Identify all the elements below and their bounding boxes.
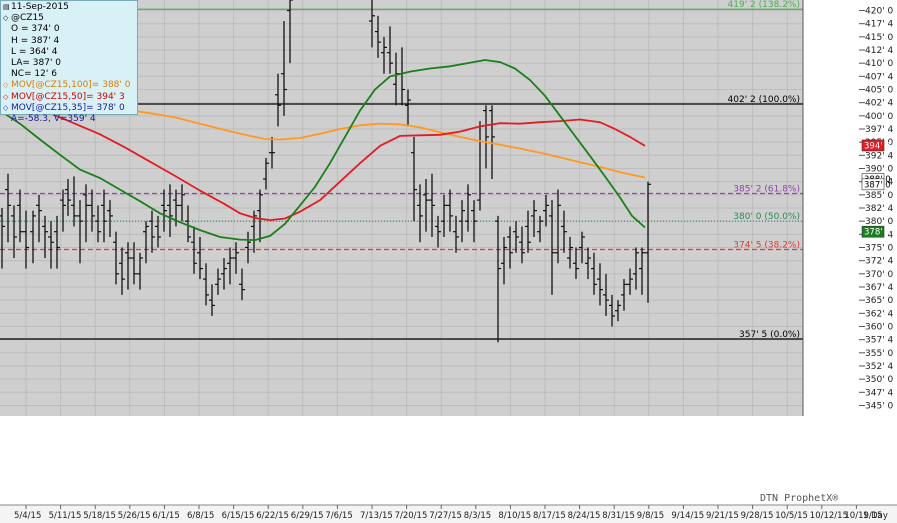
- y-tick-label: 400' 0: [865, 112, 894, 122]
- info-high: H = 387' 4: [11, 35, 60, 46]
- x-tick-label: 6/22/15: [256, 511, 289, 521]
- y-tick-label: 347' 4: [865, 388, 894, 398]
- y-tick-label: 417' 4: [865, 20, 894, 30]
- info-date: ▤11-Sep-2015: [3, 2, 69, 12]
- y-tick-label: 380' 0: [865, 217, 894, 227]
- x-tick-label: 9/8/15: [637, 511, 664, 521]
- y-tick-label: 370' 0: [865, 270, 894, 280]
- level-label: 357' 5 (0.0%): [739, 330, 800, 340]
- y-tick-label: 412' 4: [865, 46, 894, 56]
- y-tick-label: 350' 0: [865, 375, 894, 385]
- price-tag-label: 394' 3: [864, 141, 891, 151]
- y-tick-label: 402' 4: [865, 99, 894, 109]
- y-tick-label: 415' 0: [865, 33, 894, 43]
- chart-icon: ▤: [3, 3, 10, 11]
- info-symbol: ◇ @CZ15: [3, 13, 44, 24]
- watermark-text: DTN ProphetX®: [760, 493, 839, 504]
- y-axis: 345' 0 347' 4 350' 0 352' 4 355' 0 357' 4 360'…: [802, 0, 897, 416]
- x-tick-label: 7/27/15: [429, 511, 462, 521]
- x-tick-label: 6/15/15: [222, 511, 255, 521]
- y-tick-label: 382' 4: [865, 204, 894, 214]
- x-tick-label: 6/1/15: [152, 511, 179, 521]
- diamond-icon: ◇: [3, 103, 9, 112]
- x-tick-label: 10/12/15: [810, 511, 848, 521]
- y-tick-label: 352' 4: [865, 362, 894, 372]
- info-low: L = 364' 4: [11, 46, 58, 57]
- x-tick-label: 7/20/15: [395, 511, 428, 521]
- y-tick-label: 420' 0: [865, 7, 894, 17]
- diamond-icon: ◇: [3, 81, 9, 90]
- price-tag-label: 387' 0: [864, 180, 891, 190]
- y-tick-label: 357' 4: [865, 336, 894, 346]
- x-tick-label: 9/14/15: [671, 511, 704, 521]
- y-tick-label: 392' 4: [865, 151, 894, 161]
- x-tick-label: 9/28/15: [741, 511, 774, 521]
- level-label: 380' 0 (50.0%): [733, 212, 800, 222]
- y-tick-label: 372' 4: [865, 257, 894, 267]
- x-axis-interval-label: 1 Day: [863, 511, 888, 521]
- info-last: LA= 387' 0: [11, 58, 62, 69]
- price-tag-label: 378' 0: [864, 228, 891, 238]
- x-tick-label: 8/24/15: [568, 511, 601, 521]
- info-ma100: ◇ MOV[@CZ15,100]= 388' 0: [3, 80, 131, 91]
- info-ma50: ◇ MOV[@CZ15,50]= 394' 3: [3, 91, 125, 102]
- x-tick-label: 7/6/15: [325, 511, 352, 521]
- level-label: 374' 5 (38.2%): [733, 240, 800, 250]
- y-tick-label: 410' 0: [865, 59, 894, 69]
- y-tick-label: 360' 0: [865, 322, 894, 332]
- x-tick-label: 8/31/15: [602, 511, 635, 521]
- x-tick-label: 9/21/15: [706, 511, 739, 521]
- x-tick-label: 5/4/15: [14, 511, 41, 521]
- level-label: 402' 2 (100.0%): [728, 95, 800, 105]
- info-ma35: ◇ MOV[@CZ15,35]= 378' 0: [3, 102, 125, 113]
- y-tick-label: 345' 0: [865, 401, 894, 411]
- y-tick-label: 407' 4: [865, 72, 894, 82]
- info-cursor: A=-58.3, V=359' 4: [11, 114, 96, 125]
- y-tick-label: 365' 0: [865, 296, 894, 306]
- y-tick-label: 385' 0: [865, 191, 894, 201]
- y-tick-label: 390' 0: [865, 165, 894, 175]
- y-tick-label: 375' 0: [865, 243, 894, 253]
- x-tick-label: 5/18/15: [83, 511, 116, 521]
- diamond-icon: ◇: [3, 92, 9, 101]
- x-tick-label: 7/13/15: [360, 511, 393, 521]
- quote-info-box: ▤11-Sep-2015 ◇ @CZ15 O = 374' 0 H = 387' …: [0, 0, 138, 124]
- x-tick-label: 5/26/15: [118, 511, 151, 521]
- x-tick-label: 8/3/15: [464, 511, 491, 521]
- info-net-change: NC= 12' 6: [11, 69, 57, 80]
- y-tick-label: 355' 0: [865, 349, 894, 359]
- y-tick-label: 397' 4: [865, 125, 894, 135]
- x-tick-label: 6/8/15: [187, 511, 214, 521]
- info-open: O = 374' 0: [11, 24, 60, 35]
- diamond-icon: ◇: [3, 14, 9, 23]
- y-tick-label: 367' 4: [865, 283, 894, 293]
- x-tick-label: 8/10/15: [498, 511, 531, 521]
- x-tick-label: 6/29/15: [291, 511, 324, 521]
- level-label: 385' 2 (61.8%): [733, 185, 800, 195]
- x-axis: 5/4/15 5/11/15 5/18/15 5/26/15 6/1/15 6/8/15 6…: [0, 416, 897, 523]
- x-tick-label: 5/11/15: [49, 511, 82, 521]
- y-tick-label: 405' 0: [865, 86, 894, 96]
- x-tick-label: 8/17/15: [533, 511, 566, 521]
- y-tick-label: 362' 4: [865, 309, 894, 319]
- level-label: 419' 2 (138.2%): [728, 0, 800, 10]
- x-tick-label: 10/5/15: [775, 511, 808, 521]
